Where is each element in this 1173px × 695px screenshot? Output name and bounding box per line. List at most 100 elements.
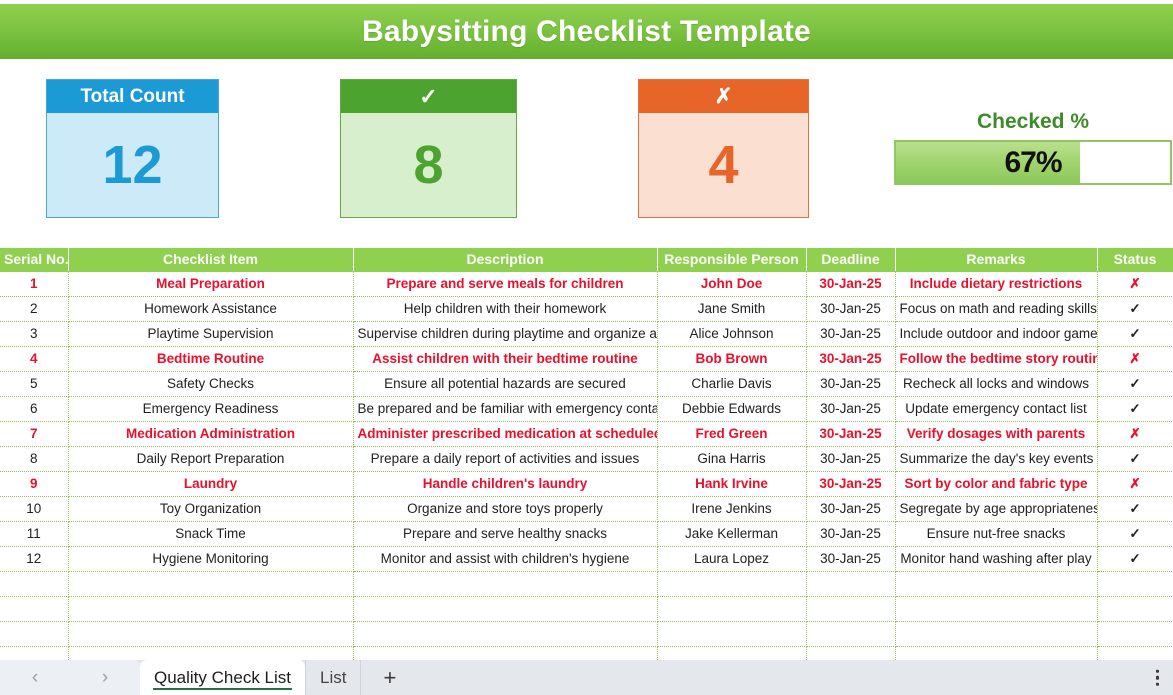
cell-deadline[interactable]: 30-Jan-25 — [806, 321, 896, 347]
cell-description[interactable]: Monitor and assist with children's hygie… — [353, 546, 658, 572]
table-row[interactable]: 7 Medication Administration Administer pre… — [0, 421, 1173, 447]
cell-serial-no[interactable]: 5 — [0, 371, 69, 397]
cell-description[interactable]: Help children with their homework — [353, 296, 658, 322]
table-row[interactable]: 4 Bedtime Routine Assist children with the… — [0, 346, 1173, 372]
cell-serial-no[interactable]: 9 — [0, 471, 69, 497]
cell-empty[interactable] — [0, 596, 69, 622]
cell-description[interactable]: Administer prescribed medication at sche… — [353, 421, 658, 447]
cell-empty[interactable] — [657, 571, 807, 597]
cell-deadline[interactable]: 30-Jan-25 — [806, 546, 896, 572]
cell-serial-no[interactable]: 1 — [0, 271, 69, 297]
cell-responsible-person[interactable]: Debbie Edwards — [657, 396, 807, 422]
column-header-remarks[interactable]: Remarks — [895, 248, 1098, 272]
cell-description[interactable]: Handle children's laundry — [353, 471, 658, 497]
cell-status[interactable]: ✓ — [1097, 396, 1173, 422]
cell-empty[interactable] — [657, 596, 807, 622]
cell-empty[interactable] — [806, 621, 896, 647]
cell-remarks[interactable]: Include outdoor and indoor games — [895, 321, 1098, 347]
table-row-empty[interactable] — [0, 571, 1173, 597]
column-header-checklist-item[interactable]: Checklist Item — [68, 248, 354, 272]
cell-remarks[interactable]: Include dietary restrictions — [895, 271, 1098, 297]
table-row[interactable]: 5 Safety Checks Ensure all potential hazar… — [0, 371, 1173, 397]
column-header-responsible-person[interactable]: Responsible Person — [657, 248, 807, 272]
cell-empty[interactable] — [353, 596, 658, 622]
cell-remarks[interactable]: Ensure nut-free snacks — [895, 521, 1098, 547]
cell-description[interactable]: Assist children with their bedtime routi… — [353, 346, 658, 372]
cell-serial-no[interactable]: 8 — [0, 446, 69, 472]
cell-checklist-item[interactable]: Daily Report Preparation — [68, 446, 354, 472]
cell-serial-no[interactable]: 4 — [0, 346, 69, 372]
cell-description[interactable]: Prepare and serve healthy snacks — [353, 521, 658, 547]
cell-checklist-item[interactable]: Meal Preparation — [68, 271, 354, 297]
cell-empty[interactable] — [895, 571, 1098, 597]
cell-status[interactable]: ✓ — [1097, 546, 1173, 572]
table-row[interactable]: 10 Toy Organization Organize and store toy… — [0, 496, 1173, 522]
cell-status[interactable]: ✓ — [1097, 296, 1173, 322]
table-row[interactable]: 9 Laundry Handle children's laundry Hank Ir… — [0, 471, 1173, 497]
cell-responsible-person[interactable]: Bob Brown — [657, 346, 807, 372]
chevron-right-icon[interactable]: › — [102, 667, 108, 689]
cell-responsible-person[interactable]: John Doe — [657, 271, 807, 297]
cell-checklist-item[interactable]: Safety Checks — [68, 371, 354, 397]
cell-remarks[interactable]: Recheck all locks and windows — [895, 371, 1098, 397]
more-options-icon[interactable] — [1155, 669, 1159, 686]
cell-empty[interactable] — [0, 621, 69, 647]
cell-responsible-person[interactable]: Hank Irvine — [657, 471, 807, 497]
cell-empty[interactable] — [895, 596, 1098, 622]
cell-responsible-person[interactable]: Fred Green — [657, 421, 807, 447]
cell-deadline[interactable]: 30-Jan-25 — [806, 271, 896, 297]
cell-empty[interactable] — [806, 596, 896, 622]
cell-checklist-item[interactable]: Hygiene Monitoring — [68, 546, 354, 572]
cell-responsible-person[interactable]: Alice Johnson — [657, 321, 807, 347]
cell-deadline[interactable]: 30-Jan-25 — [806, 346, 896, 372]
cell-serial-no[interactable]: 3 — [0, 321, 69, 347]
add-sheet-icon[interactable]: + — [361, 660, 418, 695]
cell-empty[interactable] — [353, 571, 658, 597]
cell-deadline[interactable]: 30-Jan-25 — [806, 396, 896, 422]
cell-remarks[interactable]: Segregate by age appropriateness — [895, 496, 1098, 522]
table-row-empty[interactable] — [0, 596, 1173, 622]
cell-remarks[interactable]: Update emergency contact list — [895, 396, 1098, 422]
cell-status[interactable]: ✓ — [1097, 521, 1173, 547]
cell-description[interactable]: Ensure all potential hazards are secured — [353, 371, 658, 397]
table-row[interactable]: 1 Meal Preparation Prepare and serve meals… — [0, 271, 1173, 297]
cell-description[interactable]: Prepare a daily report of activities and… — [353, 446, 658, 472]
cell-empty[interactable] — [895, 621, 1098, 647]
cell-deadline[interactable]: 30-Jan-25 — [806, 371, 896, 397]
column-header-description[interactable]: Description — [353, 248, 658, 272]
cell-responsible-person[interactable]: Irene Jenkins — [657, 496, 807, 522]
cell-remarks[interactable]: Follow the bedtime story routine — [895, 346, 1098, 372]
cell-serial-no[interactable]: 11 — [0, 521, 69, 547]
cell-description[interactable]: Organize and store toys properly — [353, 496, 658, 522]
cell-empty[interactable] — [0, 571, 69, 597]
cell-deadline[interactable]: 30-Jan-25 — [806, 521, 896, 547]
cell-checklist-item[interactable]: Playtime Supervision — [68, 321, 354, 347]
cell-description[interactable]: Prepare and serve meals for children — [353, 271, 658, 297]
chevron-left-icon[interactable]: ‹ — [32, 667, 38, 689]
cell-deadline[interactable]: 30-Jan-25 — [806, 296, 896, 322]
cell-serial-no[interactable]: 6 — [0, 396, 69, 422]
cell-empty[interactable] — [68, 571, 354, 597]
cell-status[interactable]: ✓ — [1097, 321, 1173, 347]
cell-serial-no[interactable]: 2 — [0, 296, 69, 322]
cell-remarks[interactable]: Sort by color and fabric type — [895, 471, 1098, 497]
table-row-empty[interactable] — [0, 621, 1173, 647]
table-row[interactable]: 12 Hygiene Monitoring Monitor and assist w… — [0, 546, 1173, 572]
cell-status[interactable]: ✗ — [1097, 421, 1173, 447]
cell-deadline[interactable]: 30-Jan-25 — [806, 446, 896, 472]
cell-empty[interactable] — [1097, 571, 1173, 597]
table-row[interactable]: 11 Snack Time Prepare and serve healthy sn… — [0, 521, 1173, 547]
cell-serial-no[interactable]: 7 — [0, 421, 69, 447]
cell-responsible-person[interactable]: Gina Harris — [657, 446, 807, 472]
cell-remarks[interactable]: Focus on math and reading skills — [895, 296, 1098, 322]
cell-status[interactable]: ✓ — [1097, 496, 1173, 522]
table-row[interactable]: 3 Playtime Supervision Supervise children … — [0, 321, 1173, 347]
cell-serial-no[interactable]: 12 — [0, 546, 69, 572]
sheet-tab-quality-check-list[interactable]: Quality Check List — [140, 660, 305, 695]
cell-checklist-item[interactable]: Homework Assistance — [68, 296, 354, 322]
cell-status[interactable]: ✓ — [1097, 371, 1173, 397]
column-header-serial-no[interactable]: Serial No. — [0, 248, 69, 272]
cell-empty[interactable] — [68, 621, 354, 647]
sheet-tab-list[interactable]: List — [305, 660, 362, 695]
cell-status[interactable]: ✗ — [1097, 471, 1173, 497]
